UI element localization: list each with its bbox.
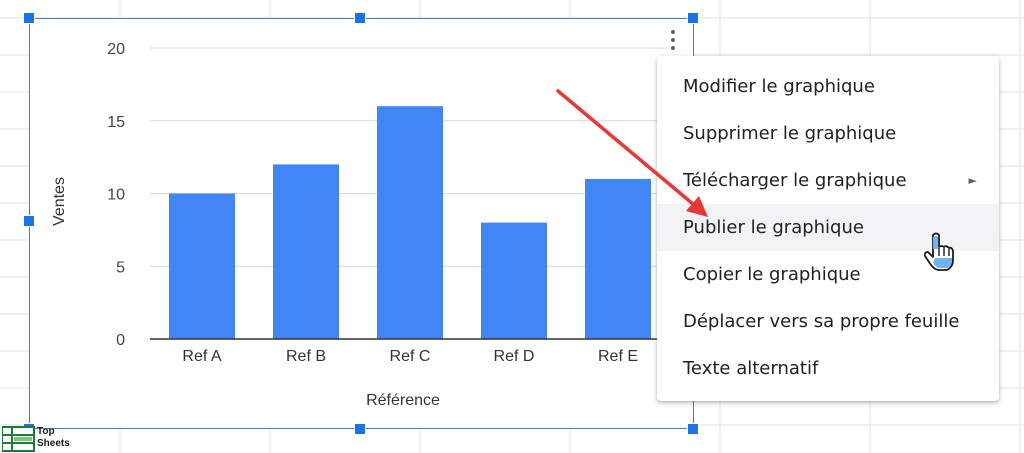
y-axis-title: Ventes (51, 177, 68, 226)
more-vert-icon (671, 30, 675, 34)
submenu-arrow-icon: ► (968, 174, 977, 187)
menu-item-label: Texte alternatif (683, 358, 819, 379)
menu-item-edit-chart[interactable]: Modifier le graphique (657, 63, 999, 110)
y-tick-label: 20 (107, 41, 125, 58)
menu-item-label: Publier le graphique (683, 217, 864, 238)
resize-handle-top-left[interactable] (23, 12, 35, 24)
bar-ref-b[interactable] (273, 164, 339, 339)
chart-context-menu: Modifier le graphique Supprimer le graph… (657, 56, 999, 401)
menu-item-label: Copier le graphique (683, 264, 861, 285)
x-tick-label: Ref B (286, 348, 326, 365)
y-tick-label: 10 (107, 187, 125, 204)
resize-handle-top[interactable] (354, 12, 366, 24)
x-axis-title: Référence (366, 392, 440, 409)
resize-handle-bottom-right[interactable] (687, 423, 699, 435)
bar-chart: 0 5 10 15 20 Ref A Ref B Ref C Ref D Ref E Référen… (51, 41, 670, 409)
resize-handle-left[interactable] (23, 215, 35, 227)
resize-handle-bottom[interactable] (354, 423, 366, 435)
watermark-line1: Top (37, 426, 55, 437)
bar-ref-e[interactable] (585, 178, 651, 339)
chart-object[interactable]: 0 5 10 15 20 Ref A Ref B Ref C Ref D Ref E Référen… (29, 18, 694, 429)
chart-menu-button[interactable] (665, 26, 681, 54)
menu-item-alt-text[interactable]: Texte alternatif (657, 345, 999, 392)
menu-item-label: Télécharger le graphique (683, 170, 907, 191)
bar-ref-d[interactable] (481, 222, 547, 339)
menu-item-label: Supprimer le graphique (683, 123, 897, 144)
menu-item-label: Modifier le graphique (683, 76, 875, 97)
x-tick-label: Ref D (494, 348, 535, 365)
x-tick-label: Ref E (598, 348, 638, 365)
hand-pointer-icon (923, 232, 954, 271)
menu-item-label: Déplacer vers sa propre feuille (683, 311, 960, 332)
bar-ref-a[interactable] (169, 193, 235, 340)
menu-item-delete-chart[interactable]: Supprimer le graphique (657, 110, 999, 157)
y-tick-label: 5 (116, 259, 125, 276)
bar-ref-c[interactable] (377, 106, 443, 339)
watermark-line2: Sheets (37, 438, 70, 449)
x-tick-label: Ref C (390, 348, 431, 365)
menu-item-move-to-sheet[interactable]: Déplacer vers sa propre feuille (657, 298, 999, 345)
menu-item-download-chart[interactable]: Télécharger le graphique ► (657, 157, 999, 204)
y-tick-label: 15 (107, 114, 125, 131)
resize-handle-top-right[interactable] (687, 12, 699, 24)
y-tick-label: 0 (116, 332, 125, 349)
watermark-text: Top Sheets (37, 426, 70, 450)
x-tick-label: Ref A (182, 348, 221, 365)
more-vert-icon (671, 38, 675, 42)
more-vert-icon (671, 46, 675, 50)
